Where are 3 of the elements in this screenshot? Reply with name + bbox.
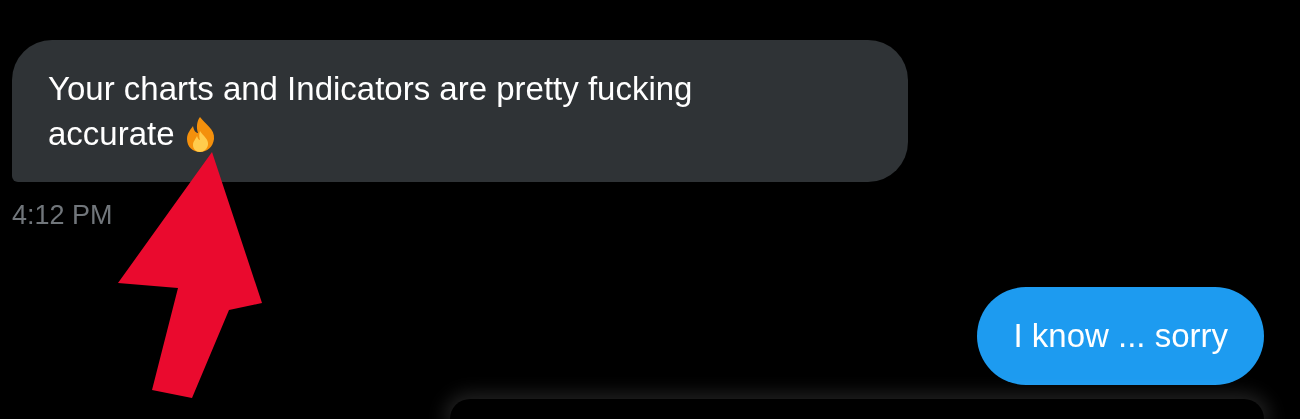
message-bubble: I know ... sorry <box>977 287 1264 385</box>
message-time: 4:12 PM <box>12 200 113 231</box>
message-bubble: Your charts and Indicators are pretty fucking accurate <box>12 40 908 182</box>
